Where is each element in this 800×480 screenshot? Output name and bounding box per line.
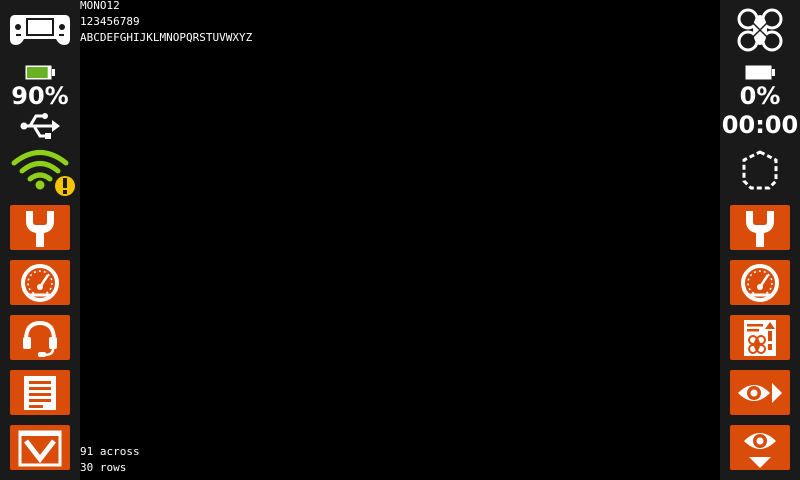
chevron-down-icon — [18, 430, 62, 466]
eye-down-icon — [744, 432, 776, 468]
expand-down-button[interactable] — [10, 425, 70, 470]
settings-wrench-button[interactable] — [10, 205, 70, 250]
console-header: MONO12 123456789 ABCDEFGHIJKLMNOPQRSTUVWXY… — [80, 0, 252, 46]
wrench-icon — [746, 210, 774, 247]
font-name-line: MONO12 — [80, 0, 120, 12]
controller-battery-percent: 90% — [11, 82, 69, 110]
console-footer: 91 across 30 rows — [80, 444, 140, 476]
drone-icon — [736, 8, 784, 52]
headset-button[interactable] — [10, 315, 70, 360]
gauge-icon — [21, 263, 59, 302]
vehicle-battery-percent: 0% — [739, 82, 781, 110]
flight-time: 00:00 — [721, 111, 799, 139]
rows-line: 30 rows — [80, 461, 127, 474]
document-list-icon — [24, 375, 56, 410]
controller-battery-icon — [25, 65, 55, 80]
vehicle-settings-button[interactable] — [730, 205, 790, 250]
vehicle-battery-icon — [745, 65, 775, 80]
dashed-polygon-icon — [741, 150, 779, 190]
drone-log-button[interactable] — [730, 315, 790, 360]
eye-forward-icon — [738, 382, 782, 403]
headset-icon — [23, 320, 57, 357]
gauge-icon — [741, 263, 779, 302]
wifi-warning-icon — [11, 148, 77, 198]
document-list-button[interactable] — [10, 370, 70, 415]
wrench-icon — [26, 210, 54, 247]
right-sidebar: 0% 00:00 — [720, 0, 800, 480]
alphabet-line: ABCDEFGHIJKLMNOPQRSTUVWXYZ — [80, 31, 253, 44]
drone-log-icon — [744, 319, 776, 356]
columns-across-line: 91 across — [80, 445, 140, 458]
handheld-controller-icon — [9, 11, 71, 47]
gauge-button[interactable] — [10, 260, 70, 305]
eye-down-button[interactable] — [730, 425, 790, 470]
vehicle-gauge-button[interactable] — [730, 260, 790, 305]
digits-line: 123456789 — [80, 15, 140, 28]
left-sidebar: 90% — [0, 0, 80, 480]
eye-forward-button[interactable] — [730, 370, 790, 415]
console-area: MONO12 123456789 ABCDEFGHIJKLMNOPQRSTUVWXY… — [80, 0, 720, 480]
usb-icon — [20, 112, 60, 140]
